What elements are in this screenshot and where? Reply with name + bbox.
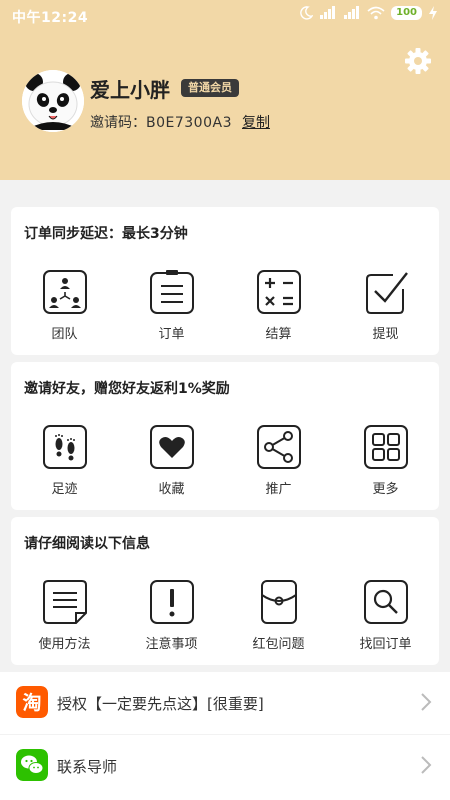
calculator-icon — [257, 270, 301, 314]
invite-card: 邀请好友，赠您好友返利1%奖励 足迹 收藏 推广 更多 — [11, 362, 439, 510]
grid-item-favorites[interactable]: 收藏 — [118, 424, 225, 504]
grid-item-recover-order[interactable]: 找回订单 — [332, 579, 439, 659]
grid-item-label: 更多 — [372, 482, 399, 497]
copy-invite-code-button[interactable]: 复制 — [242, 112, 270, 132]
grid-item-withdraw[interactable]: 提现 — [332, 269, 439, 349]
orders-card: 订单同步延迟：最长3分钟 团队 订单 结算 提现 — [11, 207, 439, 355]
team-icon — [43, 270, 87, 314]
grid-item-red-envelope[interactable]: 红包问题 — [225, 579, 332, 659]
invite-grid: 足迹 收藏 推广 更多 — [11, 424, 439, 504]
battery-indicator: 100 — [391, 6, 422, 20]
status-time: 中午12:24 — [12, 10, 89, 26]
member-level-badge: 普通会员 — [181, 79, 239, 97]
grid-item-order[interactable]: 订单 — [118, 269, 225, 349]
grid-item-label: 结算 — [265, 327, 292, 342]
panda-avatar-image — [22, 70, 84, 132]
username: 爱上小胖 — [90, 78, 170, 102]
wechat-icon — [16, 749, 48, 781]
profile-header: 中午12:24 100 爱上小胖 普通会员 邀请码：B0E7300A3 复制 — [0, 0, 450, 180]
heart-icon — [150, 425, 194, 469]
grid-item-usage[interactable]: 使用方法 — [11, 579, 118, 659]
invite-code-line: 邀请码：B0E7300A3 — [90, 112, 232, 132]
info-card-title: 请仔细阅读以下信息 — [24, 536, 150, 552]
grid-item-label: 注意事项 — [145, 637, 198, 652]
invite-code-label: 邀请码： — [90, 115, 146, 131]
grid-item-settlement[interactable]: 结算 — [225, 269, 332, 349]
taobao-icon: 淘 — [16, 686, 48, 718]
signal-icon — [320, 6, 336, 19]
info-grid: 使用方法 注意事项 红包问题 找回订单 — [11, 579, 439, 659]
avatar[interactable] — [22, 70, 84, 132]
moon-icon — [300, 6, 314, 20]
document-icon — [43, 580, 87, 624]
info-card: 请仔细阅读以下信息 使用方法 注意事项 红包问题 找回订单 — [11, 517, 439, 665]
grid-item-label: 团队 — [51, 327, 78, 342]
grid-item-promote[interactable]: 推广 — [225, 424, 332, 504]
list-row-contact-mentor[interactable]: 联系导师 — [0, 735, 450, 800]
share-icon — [257, 425, 301, 469]
order-icon — [150, 270, 194, 314]
svg-text:淘: 淘 — [22, 691, 41, 714]
grid-item-more[interactable]: 更多 — [332, 424, 439, 504]
grid-item-notes[interactable]: 注意事项 — [118, 579, 225, 659]
orders-card-title: 订单同步延迟：最长3分钟 — [24, 226, 188, 242]
search-icon — [364, 580, 408, 624]
grid-item-label: 收藏 — [158, 482, 185, 497]
exclamation-icon — [150, 580, 194, 624]
signal-icon-2 — [344, 6, 360, 19]
grid-item-team[interactable]: 团队 — [11, 269, 118, 349]
list-row-authorize[interactable]: 淘 授权【一定要先点这】[很重要] — [0, 672, 450, 734]
chevron-right-icon — [421, 756, 432, 774]
grid-item-label: 足迹 — [51, 482, 78, 497]
grid-item-label: 使用方法 — [38, 637, 91, 652]
withdraw-check-icon — [366, 272, 408, 314]
status-bar: 中午12:24 100 — [0, 0, 450, 32]
chevron-right-icon — [421, 693, 432, 711]
grid-item-label: 找回订单 — [359, 637, 412, 652]
grid-item-label: 推广 — [265, 482, 292, 497]
orders-grid: 团队 订单 结算 提现 — [11, 269, 439, 349]
grid-item-label: 提现 — [372, 327, 399, 342]
list-row-label: 授权【一定要先点这】[很重要] — [57, 695, 264, 713]
status-icons: 100 — [299, 6, 438, 20]
list-row-label: 联系导师 — [57, 758, 118, 776]
grid-more-icon — [364, 425, 408, 469]
invite-code-value: B0E7300A3 — [146, 115, 232, 131]
footprints-icon — [43, 425, 87, 469]
settings-gear-icon[interactable] — [404, 47, 432, 75]
invite-card-title: 邀请好友，赠您好友返利1%奖励 — [24, 381, 230, 397]
red-envelope-icon — [261, 580, 297, 624]
grid-item-label: 红包问题 — [252, 637, 305, 652]
grid-item-label: 订单 — [158, 327, 185, 342]
wifi-icon — [367, 6, 385, 20]
grid-item-footprints[interactable]: 足迹 — [11, 424, 118, 504]
charging-icon — [429, 6, 437, 20]
